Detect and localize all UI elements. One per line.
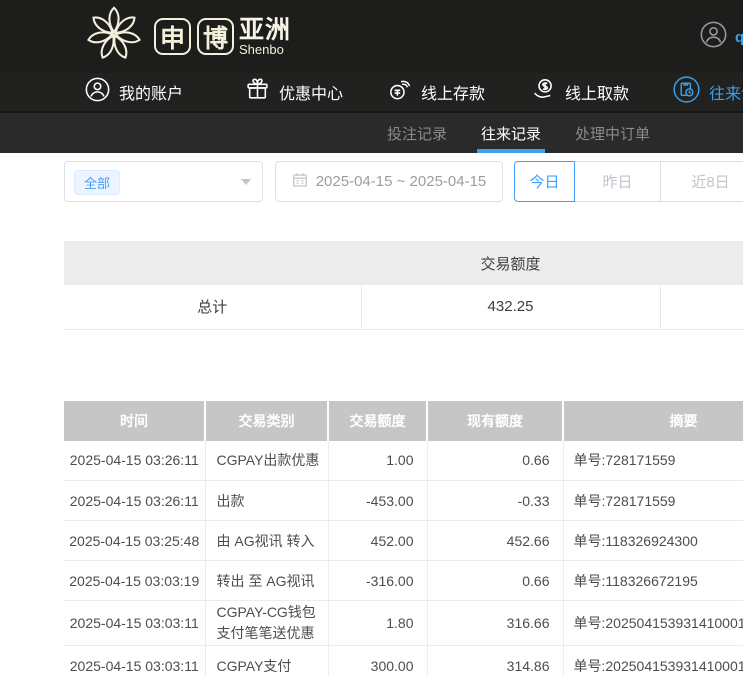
cell-summary: 单号:118326924300 xyxy=(563,521,743,561)
tab-betting-records[interactable]: 投注记录 xyxy=(385,113,449,153)
cell-type: 由 AG视讯 转入 xyxy=(205,521,328,561)
user-area: q xyxy=(700,21,743,53)
summary-empty-cell xyxy=(660,285,743,329)
cell-amount: 300.00 xyxy=(328,646,427,676)
filter-bar: 全部 2025-04-15 ~ 2025-04-15 今日 昨日 近8日 xyxy=(0,161,743,202)
transfer-records-icon xyxy=(673,76,700,108)
summary-header-empty xyxy=(64,241,361,285)
page: 申 博 亚洲 Shenbo q xyxy=(0,0,743,676)
table-row: 2025-04-15 03:26:11 CGPAY出款优惠 1.00 0.66 … xyxy=(64,441,743,481)
nav-label: 线上取款 xyxy=(565,80,629,104)
cell-balance: 314.86 xyxy=(427,646,563,676)
tab-label: 投注记录 xyxy=(387,123,447,144)
cell-type: 转出 至 AG视讯 xyxy=(205,561,328,601)
type-select[interactable]: 全部 xyxy=(64,161,263,202)
cell-summary: 单号:202504153931410001 xyxy=(563,601,743,646)
cell-time: 2025-04-15 03:03:11 xyxy=(64,601,205,646)
nav-item-my-account[interactable]: 我的账户 xyxy=(85,77,183,107)
cell-balance: 0.66 xyxy=(427,561,563,601)
summary-table: 交易额度 总计 432.25 xyxy=(64,241,743,330)
summary-total-label: 总计 xyxy=(64,285,361,329)
col-header-balance: 现有额度 xyxy=(427,401,563,441)
brand-logo[interactable]: 申 博 亚洲 Shenbo xyxy=(84,4,291,69)
nav-label: 线上存款 xyxy=(421,80,485,104)
transactions-table: 时间 交易类别 交易额度 现有额度 摘要 2025-04-15 03:26:11… xyxy=(64,401,743,676)
cell-balance: 316.66 xyxy=(427,601,563,646)
table-row: 2025-04-15 03:03:19 转出 至 AG视讯 -316.00 0.… xyxy=(64,561,743,601)
cell-type: 出款 xyxy=(205,481,328,521)
cell-balance: 0.66 xyxy=(427,441,563,481)
username-link[interactable]: q xyxy=(735,29,743,46)
nav-label: 往来记录 xyxy=(709,80,743,104)
logo-char-bo: 博 xyxy=(197,18,234,55)
cell-amount: 1.80 xyxy=(328,601,427,646)
quick-date-buttons: 今日 昨日 近8日 xyxy=(514,161,743,202)
table-row: 2025-04-15 03:26:11 出款 -453.00 -0.33 单号:… xyxy=(64,481,743,521)
summary-header-empty xyxy=(660,241,743,285)
cell-amount: -316.00 xyxy=(328,561,427,601)
cell-summary: 单号:728171559 xyxy=(563,481,743,521)
cell-type: CGPAY支付 xyxy=(205,646,328,676)
nav-label: 我的账户 xyxy=(119,80,183,104)
last-8-days-button[interactable]: 近8日 xyxy=(660,161,743,202)
table-row: 2025-04-15 03:03:11 CGPAY支付 300.00 314.8… xyxy=(64,646,743,676)
col-header-amount: 交易额度 xyxy=(328,401,427,441)
nav-label: 优惠中心 xyxy=(279,80,343,104)
avatar-icon[interactable] xyxy=(700,21,727,53)
tab-pending-orders[interactable]: 处理中订单 xyxy=(573,113,652,153)
active-tab-underline xyxy=(477,149,545,153)
summary-header-row: 交易额度 xyxy=(64,241,743,285)
summary-total-row: 总计 432.25 xyxy=(64,285,743,329)
logo-region-text: 亚洲 xyxy=(239,17,291,43)
withdraw-hand-icon xyxy=(531,77,556,107)
tab-transfer-records[interactable]: 往来记录 xyxy=(479,113,543,153)
cell-summary: 单号:202504153931410001 xyxy=(563,646,743,676)
main-nav: 我的账户 优惠中心 xyxy=(0,73,743,113)
topbar: 申 博 亚洲 Shenbo q xyxy=(0,0,743,73)
table-row: 2025-04-15 03:25:48 由 AG视讯 转入 452.00 452… xyxy=(64,521,743,561)
transactions-section: 时间 交易类别 交易额度 现有额度 摘要 2025-04-15 03:26:11… xyxy=(64,401,743,676)
cell-balance: 452.66 xyxy=(427,521,563,561)
yesterday-button[interactable]: 昨日 xyxy=(575,161,660,202)
cell-time: 2025-04-15 03:25:48 xyxy=(64,521,205,561)
chevron-down-icon xyxy=(241,179,251,185)
record-tabs: 投注记录 往来记录 处理中订单 xyxy=(0,113,743,153)
logo-char-shen: 申 xyxy=(154,18,191,55)
logo-subtitle: Shenbo xyxy=(239,43,291,57)
cell-type: CGPAY-CG钱包支付笔笔送优惠 xyxy=(205,601,328,646)
cell-balance: -0.33 xyxy=(427,481,563,521)
logo-flower-icon xyxy=(84,4,144,69)
cell-amount: 1.00 xyxy=(328,441,427,481)
cell-time: 2025-04-15 03:03:19 xyxy=(64,561,205,601)
col-header-summary: 摘要 xyxy=(563,401,743,441)
col-header-type: 交易类别 xyxy=(205,401,328,441)
cell-time: 2025-04-15 03:26:11 xyxy=(64,481,205,521)
today-button[interactable]: 今日 xyxy=(514,161,575,202)
date-range-value: 2025-04-15 ~ 2025-04-15 xyxy=(316,173,487,190)
cell-time: 2025-04-15 03:03:11 xyxy=(64,646,205,676)
tab-label: 往来记录 xyxy=(481,123,541,144)
nav-item-withdraw[interactable]: 线上取款 xyxy=(531,77,629,107)
summary-header-amount: 交易额度 xyxy=(361,241,660,285)
nav-item-promotions[interactable]: 优惠中心 xyxy=(245,77,343,107)
cell-time: 2025-04-15 03:26:11 xyxy=(64,441,205,481)
user-circle-icon xyxy=(85,77,110,107)
cell-summary: 单号:728171559 xyxy=(563,441,743,481)
nav-item-deposit[interactable]: 线上存款 xyxy=(387,77,485,107)
date-range-picker[interactable]: 2025-04-15 ~ 2025-04-15 xyxy=(275,161,503,202)
gift-icon xyxy=(245,77,270,107)
col-header-time: 时间 xyxy=(64,401,205,441)
cell-amount: 452.00 xyxy=(328,521,427,561)
table-row: 2025-04-15 03:03:11 CGPAY-CG钱包支付笔笔送优惠 1.… xyxy=(64,601,743,646)
summary-total-value: 432.25 xyxy=(361,285,660,329)
selected-type-tag[interactable]: 全部 xyxy=(74,170,120,195)
nav-item-transfer-records[interactable]: 往来记录 xyxy=(673,76,743,108)
deposit-coin-icon xyxy=(387,77,412,107)
cell-type: CGPAY出款优惠 xyxy=(205,441,328,481)
cell-amount: -453.00 xyxy=(328,481,427,521)
calendar-icon xyxy=(292,172,308,192)
tab-label: 处理中订单 xyxy=(575,123,650,144)
transactions-header-row: 时间 交易类别 交易额度 现有额度 摘要 xyxy=(64,401,743,441)
cell-summary: 单号:118326672195 xyxy=(563,561,743,601)
